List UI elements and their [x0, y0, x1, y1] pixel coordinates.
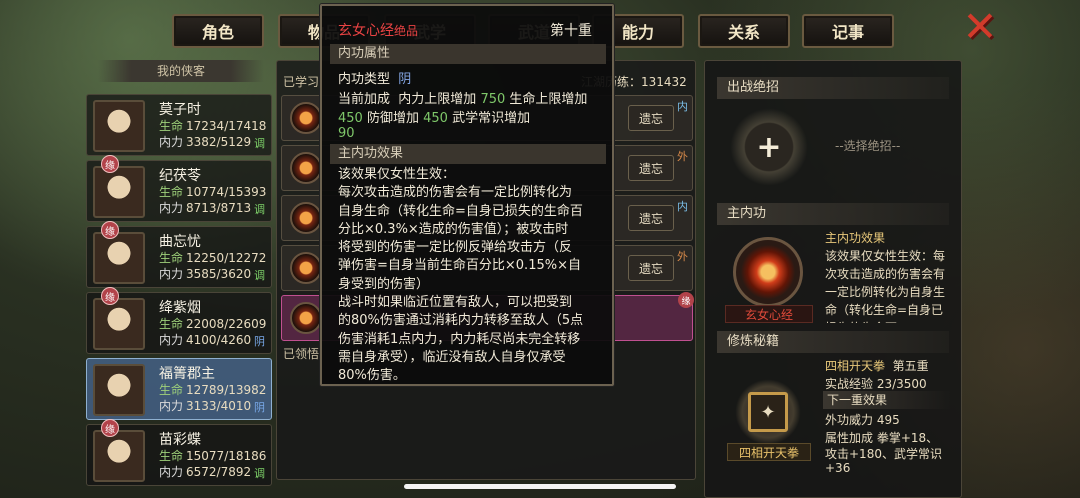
choose-skill-placeholder[interactable]: --选择绝招-- [835, 137, 900, 154]
hp-value: 12250/12272 [186, 251, 267, 265]
skill-section-header: 出战绝招 [717, 77, 949, 99]
hp-value: 10774/15393 [186, 185, 267, 199]
learned-label: 已学习 [283, 75, 320, 89]
character-name: 莫子时 [159, 102, 201, 118]
tab-role[interactable]: 角色 [172, 14, 264, 48]
power-value: 495 [876, 413, 900, 427]
tooltip-title: 玄女心经 [338, 23, 394, 39]
fate-badge: 缘 [101, 155, 119, 173]
attr-line-1: 拳掌+18、 [876, 431, 939, 445]
character-name: 曲忘忧 [159, 234, 201, 250]
character-card-selected[interactable]: 福箐郡主 生命 12789/13982 内力 3133/4010 阴 [86, 358, 272, 420]
fate-badge: 缘 [101, 419, 119, 437]
status-mark: 阴 [254, 335, 265, 348]
character-name: 福箐郡主 [159, 366, 215, 382]
next-level-header: 下一重效果 [823, 391, 951, 409]
skill-type-tag: 外 [677, 250, 688, 263]
mp-value: 6572/7892 [186, 465, 252, 479]
inner-skill-name: 玄女心经 [725, 305, 813, 323]
comprehended-label: 已领悟 [283, 347, 320, 361]
character-card[interactable]: 缘 绛紫烟 生命 22008/22609 内力 4100/4260 阴 [86, 287, 272, 354]
forget-button[interactable]: 遗忘 [628, 205, 674, 231]
tooltip-effect-text: 该效果仅女性生效： 每次攻击造成的伤害会有一定比例转化为 自身生命（转化生命=自… [338, 167, 584, 384]
effect-text: 该效果仅女性生效：每次攻击造成的伤害会有一定比例转化为自身生命（转化生命=自身已… [825, 249, 946, 323]
effect-title: 主内功效果 [825, 231, 886, 245]
book-icon[interactable]: ✦ [735, 379, 801, 445]
fate-badge: 缘 [101, 221, 119, 239]
inner-skill-header: 主内功 [717, 203, 949, 225]
hp-value: 15077/18186 [186, 449, 267, 463]
character-list: 我的侠客 莫子时 生命 17234/17418 内力 3382/5129 调 缘 纪… [86, 60, 274, 498]
detail-panel: 出战绝招 + --选择绝招-- 主内功 玄女心经 主内功效果 该效果仅女性生效：… [704, 60, 962, 498]
tooltip-grade: 绝品 [394, 24, 419, 38]
tab-relations[interactable]: 关系 [698, 14, 790, 48]
status-mark: 调 [254, 203, 265, 216]
add-skill-button[interactable]: + [725, 103, 813, 191]
character-name: 绛紫烟 [159, 300, 201, 316]
scroll-icon: ✦ [748, 392, 788, 432]
tooltip-section-effect: 主内功效果 [330, 144, 606, 164]
skill-tooltip: 玄女心经绝品 第十重 内功属性 内功类型 阴 当前加成 内力上限增加 750 生… [320, 4, 614, 386]
skill-type-tag: 内 [677, 200, 688, 213]
status-mark: 阴 [254, 401, 265, 414]
hp-value: 12789/13982 [186, 383, 267, 397]
character-card[interactable]: 缘 曲忘忧 生命 12250/12272 内力 3585/3620 调 [86, 221, 272, 288]
avatar [93, 298, 145, 350]
skill-icon [290, 302, 322, 334]
close-icon[interactable]: ✕ [960, 6, 1000, 48]
type-value: 阴 [398, 72, 412, 87]
avatar [93, 166, 145, 218]
character-list-header: 我的侠客 [98, 60, 264, 82]
exp-value: 23/3500 [876, 377, 927, 391]
status-mark: 调 [254, 137, 265, 150]
avatar [93, 364, 145, 416]
home-indicator[interactable] [404, 484, 676, 489]
skill-type-tag: 外 [677, 150, 688, 163]
tab-journal[interactable]: 记事 [802, 14, 894, 48]
fate-badge: 缘 [101, 287, 119, 305]
character-card[interactable]: 缘 纪茯苓 生命 10774/15393 内力 8713/8713 调 [86, 155, 272, 222]
tooltip-level: 第十重 [550, 23, 592, 39]
mp-value: 3382/5129 [186, 135, 252, 149]
book-level: 第五重 [892, 359, 929, 373]
forget-button[interactable]: 遗忘 [628, 155, 674, 181]
avatar [93, 232, 145, 284]
skill-icon [290, 202, 322, 234]
mp-value: 3133/4010 [186, 399, 252, 413]
skill-type-tag: 内 [677, 100, 688, 113]
book-name: 四相开天拳 [727, 443, 811, 461]
book-title: 四相开天拳 [825, 359, 886, 373]
hp-value: 22008/22609 [186, 317, 267, 331]
skill-icon [290, 102, 322, 134]
mp-value: 3585/3620 [186, 267, 252, 281]
character-card[interactable]: 缘 苗彩蝶 生命 15077/18186 内力 6572/7892 调 [86, 419, 272, 486]
hp-value: 17234/17418 [186, 119, 267, 133]
attr-line-2: 攻击+180、武学常识 [825, 447, 942, 461]
tooltip-section-attributes: 内功属性 [330, 44, 606, 64]
plus-icon: + [756, 129, 782, 165]
mp-value: 4100/4260 [186, 333, 252, 347]
avatar [93, 430, 145, 482]
inner-skill-icon[interactable] [733, 237, 803, 307]
status-mark: 调 [254, 467, 265, 480]
character-card[interactable]: 莫子时 生命 17234/17418 内力 3382/5129 调 [86, 94, 272, 156]
fate-badge: 缘 [678, 292, 694, 308]
attr-line-3: +36 [825, 461, 851, 475]
forget-button[interactable]: 遗忘 [628, 255, 674, 281]
secret-book-header: 修炼秘籍 [717, 331, 949, 353]
avatar [93, 100, 145, 152]
skill-icon [290, 152, 322, 184]
character-name: 苗彩蝶 [159, 432, 201, 448]
status-mark: 调 [254, 269, 265, 282]
forget-button[interactable]: 遗忘 [628, 105, 674, 131]
character-name: 纪茯苓 [159, 168, 201, 184]
skill-icon [290, 252, 322, 284]
mp-value: 8713/8713 [186, 201, 252, 215]
